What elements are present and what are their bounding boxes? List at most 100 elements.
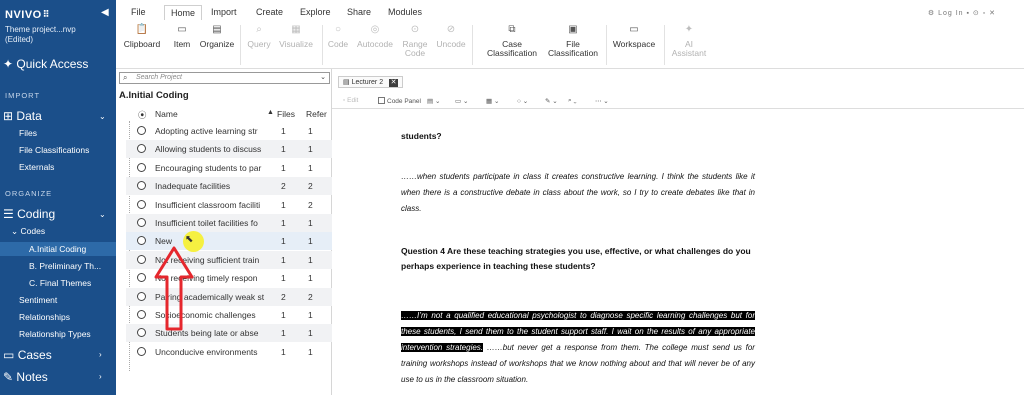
tab-explore[interactable]: Explore bbox=[300, 7, 331, 17]
column-header-files[interactable]: Files bbox=[277, 109, 295, 119]
quick-access[interactable]: ✦ Quick Access bbox=[3, 57, 88, 71]
sidebar-coding[interactable]: ☰ Coding bbox=[3, 207, 55, 221]
code-files-count: 1 bbox=[281, 310, 286, 320]
tab-import[interactable]: Import bbox=[211, 7, 237, 17]
chevron-down-icon[interactable]: ⌄ bbox=[99, 112, 106, 121]
code-panel-checkbox[interactable] bbox=[378, 97, 385, 104]
column-header-name[interactable]: Name bbox=[155, 109, 178, 119]
chevron-down-icon[interactable]: ⌄ bbox=[99, 210, 106, 219]
shape-tool[interactable]: ○ ⌄ bbox=[517, 97, 528, 105]
uncode-button[interactable]: ⊘ Uncode bbox=[434, 25, 468, 49]
row-radio[interactable] bbox=[137, 291, 146, 301]
sidebar-item-initial-coding[interactable]: A.Initial Coding bbox=[0, 242, 116, 256]
pen-icon[interactable]: ✎ ⌄ bbox=[545, 97, 558, 105]
tab-lecturer-2[interactable]: ▤ Lecturer 2 ✕ bbox=[338, 76, 404, 88]
code-panel-toggle[interactable]: Code Panel bbox=[378, 97, 421, 105]
sidebar-cases[interactable]: ▭ Cases bbox=[3, 348, 52, 362]
sort-asc-icon[interactable]: ▲ bbox=[267, 109, 274, 116]
more-options-icon[interactable]: ⋯ ⌄ bbox=[595, 97, 609, 105]
row-radio[interactable] bbox=[137, 126, 146, 135]
collapse-sidebar-icon[interactable]: ◀ bbox=[101, 7, 109, 18]
code-references-count: 2 bbox=[308, 181, 313, 192]
tab-share[interactable]: Share bbox=[347, 7, 371, 17]
range-code-button[interactable]: ⊙ Range Code bbox=[400, 25, 430, 58]
sidebar-item-preliminary-themes[interactable]: B. Preliminary Th... bbox=[29, 261, 101, 271]
row-radio[interactable] bbox=[137, 328, 146, 338]
coding-stripes-tool[interactable]: ▦ ⌄ bbox=[486, 97, 499, 105]
code-button[interactable]: ○ Code bbox=[325, 25, 351, 49]
case-classification-button[interactable]: ⧉ Case Classification bbox=[483, 25, 541, 58]
table-row[interactable]: Inadequate facilities 2 2 bbox=[126, 177, 332, 196]
row-radio[interactable] bbox=[137, 218, 146, 227]
table-row[interactable]: Insufficient toilet facilities fo 1 1 bbox=[126, 214, 332, 232]
organize-button[interactable]: ▤ Organize bbox=[198, 25, 236, 49]
column-header-references[interactable]: Refer bbox=[306, 109, 327, 119]
row-radio[interactable] bbox=[137, 254, 146, 264]
sidebar-item-files[interactable]: Files bbox=[19, 128, 37, 138]
ribbon-divider bbox=[664, 25, 665, 65]
ai-assistant-button[interactable]: ✦ AI Assistant bbox=[668, 25, 710, 58]
sidebar-item-relationships[interactable]: Relationships bbox=[19, 312, 70, 322]
code-files-count: 1 bbox=[281, 144, 286, 155]
row-radio[interactable] bbox=[137, 346, 146, 356]
visualize-button[interactable]: ▦ Visualize bbox=[276, 25, 316, 49]
table-row[interactable]: Allowing students to discuss 1 1 bbox=[126, 140, 332, 159]
row-radio[interactable] bbox=[137, 273, 146, 283]
zoom-icon[interactable]: ⌕ ⌄ bbox=[568, 97, 577, 105]
sidebar-item-codes[interactable]: ⌄ Codes bbox=[11, 226, 45, 237]
clipboard-button[interactable]: 📋 Clipboard bbox=[121, 25, 163, 49]
annotation-tool[interactable]: ▭ ⌄ bbox=[455, 97, 468, 105]
app-logo: NVIVO⠿ bbox=[5, 9, 50, 21]
highlight-tool[interactable]: ▤ ⌄ bbox=[427, 97, 440, 105]
sidebar-item-externals[interactable]: Externals bbox=[19, 162, 54, 172]
sidebar-item-file-classifications[interactable]: File Classifications bbox=[19, 145, 89, 155]
tab-modules[interactable]: Modules bbox=[388, 7, 422, 17]
chevron-down-icon[interactable]: ⌄ bbox=[320, 73, 326, 83]
chevron-right-icon[interactable]: › bbox=[99, 350, 102, 359]
code-references-count: 1 bbox=[308, 144, 313, 155]
file-classification-button[interactable]: ▣ File Classification bbox=[544, 25, 602, 58]
autocode-button[interactable]: ◎ Autocode bbox=[354, 25, 396, 49]
code-files-count: 1 bbox=[281, 346, 286, 357]
close-icon[interactable]: ✕ bbox=[389, 79, 399, 87]
tab-create[interactable]: Create bbox=[256, 7, 283, 17]
row-radio[interactable] bbox=[137, 144, 146, 154]
sidebar-data[interactable]: ⊞ Data bbox=[3, 109, 42, 123]
workspace-button[interactable]: ▭ Workspace bbox=[610, 25, 658, 49]
question-4-heading: Question 4 Are these teaching strategies… bbox=[401, 246, 751, 271]
code-references-count: 1 bbox=[308, 273, 313, 284]
table-row[interactable]: Insufficient classroom faciliti 1 2 bbox=[126, 196, 332, 214]
sidebar-item-relationship-types[interactable]: Relationship Types bbox=[19, 329, 91, 339]
table-row[interactable]: Encouraging students to par 1 1 bbox=[126, 159, 332, 177]
code-files-count: 1 bbox=[281, 199, 286, 210]
row-radio[interactable] bbox=[137, 310, 146, 319]
search-project-input[interactable]: ⌕ Search Project ⌄ bbox=[119, 72, 330, 84]
edit-toggle[interactable]: ▫ Edit bbox=[343, 97, 358, 104]
row-radio[interactable] bbox=[137, 162, 146, 172]
code-files-count: 1 bbox=[281, 328, 286, 339]
row-radio[interactable] bbox=[137, 199, 146, 209]
sidebar-item-sentiment[interactable]: Sentiment bbox=[19, 295, 57, 305]
cases-icon: ▭ bbox=[3, 348, 15, 362]
row-radio[interactable] bbox=[137, 236, 146, 246]
table-row[interactable]: Unconducive environments 1 1 bbox=[126, 343, 332, 361]
file-classification-icon: ▣ bbox=[568, 24, 578, 35]
row-radio[interactable] bbox=[137, 181, 146, 191]
code-references-count: 1 bbox=[308, 126, 313, 136]
code-references-count: 1 bbox=[308, 254, 313, 265]
tab-home[interactable]: Home bbox=[164, 5, 203, 20]
code-name: Unconducive environments bbox=[155, 346, 258, 357]
code-name: Adopting active learning str bbox=[155, 126, 258, 136]
response-paragraph-2: ……I’m not a qualified educational psycho… bbox=[401, 311, 755, 384]
query-button[interactable]: ⌕ Query bbox=[244, 25, 274, 49]
sidebar-notes[interactable]: ✎ Notes bbox=[3, 370, 48, 384]
item-button[interactable]: ▭ Item bbox=[171, 25, 193, 49]
chevron-right-icon[interactable]: › bbox=[99, 372, 102, 381]
case-classification-icon: ⧉ bbox=[508, 24, 516, 35]
sidebar-item-final-themes[interactable]: C. Final Themes bbox=[29, 278, 91, 288]
window-controls[interactable]: ⚙ Log In ▪ ⊙ ▫ ✕ bbox=[928, 9, 996, 17]
tab-file[interactable]: File bbox=[131, 7, 146, 17]
code-references-count: 1 bbox=[308, 310, 313, 320]
table-row[interactable]: Adopting active learning str 1 1 bbox=[126, 122, 332, 140]
select-all-radio[interactable]: ⦿ bbox=[138, 109, 147, 121]
